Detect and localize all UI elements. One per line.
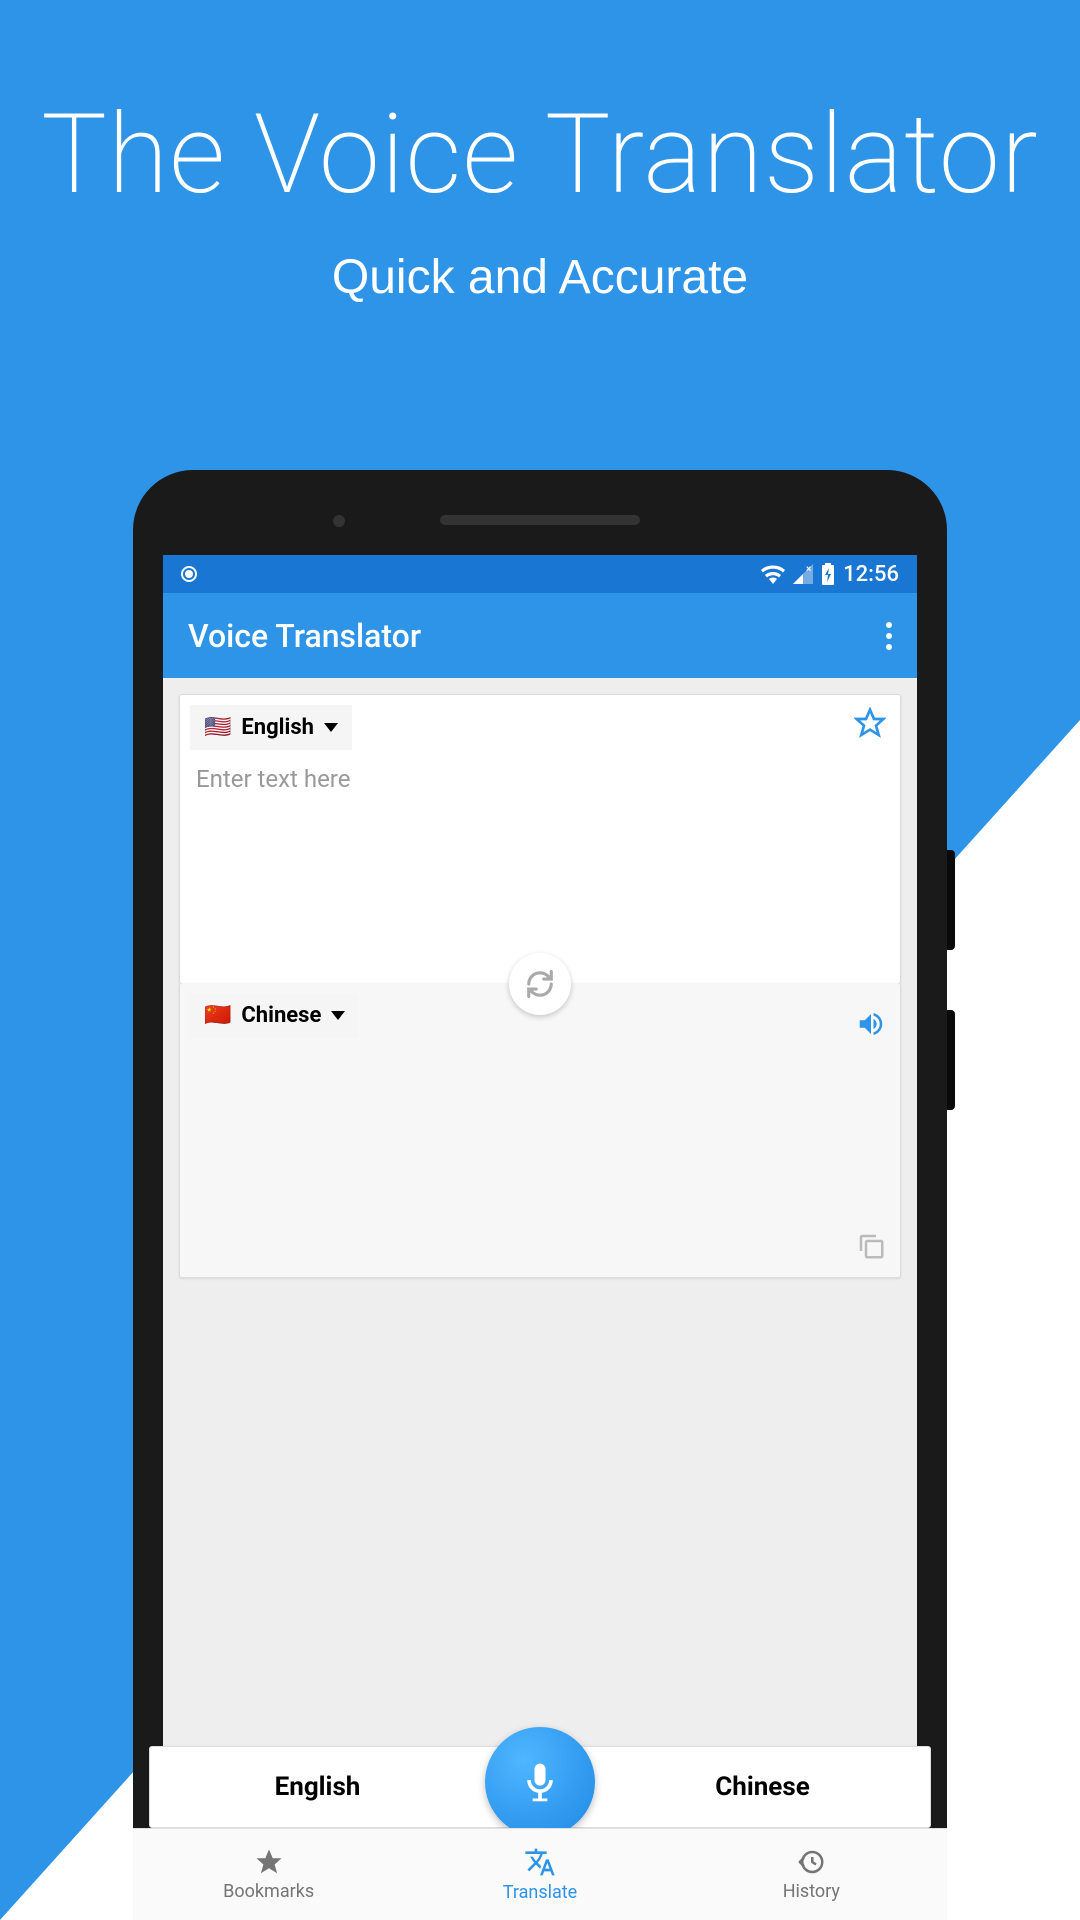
nav-history[interactable]: History xyxy=(676,1829,917,1920)
nav-bookmarks-label: Bookmarks xyxy=(223,1881,314,1902)
chevron-down-icon xyxy=(331,1011,345,1020)
hero-subtitle: Quick and Accurate xyxy=(0,250,1080,305)
voice-source-language-button[interactable]: English xyxy=(163,1772,485,1802)
speaker-icon[interactable] xyxy=(856,1009,886,1043)
status-notification-icon xyxy=(181,566,197,582)
voice-target-language-label: Chinese xyxy=(715,1772,809,1802)
swap-languages-button[interactable] xyxy=(509,953,571,1015)
nav-translate-label: Translate xyxy=(503,1882,577,1903)
target-language-selector[interactable]: 🇨🇳 Chinese xyxy=(190,993,359,1038)
voice-bar: English Chinese xyxy=(163,1746,917,1828)
svg-text:×: × xyxy=(806,564,811,575)
signal-icon: × xyxy=(793,564,813,584)
wifi-icon xyxy=(761,564,785,584)
battery-icon xyxy=(821,563,835,585)
source-language-selector[interactable]: 🇺🇸 English xyxy=(190,705,352,750)
chevron-down-icon xyxy=(324,723,338,732)
voice-source-language-label: English xyxy=(275,1772,361,1802)
flag-icon: 🇨🇳 xyxy=(204,1003,231,1028)
hero-title: The Voice Translator xyxy=(0,90,1080,219)
history-icon xyxy=(796,1847,826,1877)
app-bar: Voice Translator xyxy=(163,593,917,678)
phone-side-button xyxy=(947,850,955,950)
input-card: 🇺🇸 English Enter text here xyxy=(179,694,901,984)
bookmark-star-icon[interactable] xyxy=(854,707,886,743)
phone-frame: × 12:56 Voice Translator 🇺🇸 English Ente… xyxy=(133,470,947,1920)
nav-bookmarks[interactable]: Bookmarks xyxy=(163,1829,404,1920)
translate-icon xyxy=(524,1846,556,1878)
status-left xyxy=(181,566,197,582)
nav-translate[interactable]: Translate xyxy=(404,1829,675,1920)
app-title: Voice Translator xyxy=(188,617,421,655)
phone-screen: × 12:56 Voice Translator 🇺🇸 English Ente… xyxy=(163,555,917,1920)
bottom-navigation: Bookmarks Translate History xyxy=(163,1828,917,1920)
status-right: × 12:56 xyxy=(761,562,899,587)
output-card: 🇨🇳 Chinese xyxy=(179,983,901,1278)
voice-target-language-button[interactable]: Chinese xyxy=(595,1772,917,1802)
phone-speaker xyxy=(440,515,640,525)
star-icon xyxy=(254,1847,284,1877)
swap-icon xyxy=(525,969,555,999)
target-language-label: Chinese xyxy=(241,1003,321,1028)
source-language-label: English xyxy=(241,715,314,740)
cards-container: 🇺🇸 English Enter text here 🇨🇳 Chinese xyxy=(163,678,917,1278)
microphone-button[interactable] xyxy=(485,1727,595,1837)
microphone-icon xyxy=(518,1760,562,1804)
status-bar: × 12:56 xyxy=(163,555,917,593)
phone-side-button xyxy=(947,1010,955,1110)
copy-icon[interactable] xyxy=(856,1231,886,1265)
status-time: 12:56 xyxy=(843,562,899,587)
nav-history-label: History xyxy=(783,1881,840,1902)
input-placeholder[interactable]: Enter text here xyxy=(196,765,350,793)
flag-icon: 🇺🇸 xyxy=(204,715,231,740)
overflow-menu-icon[interactable] xyxy=(886,622,892,650)
phone-camera xyxy=(333,515,345,527)
